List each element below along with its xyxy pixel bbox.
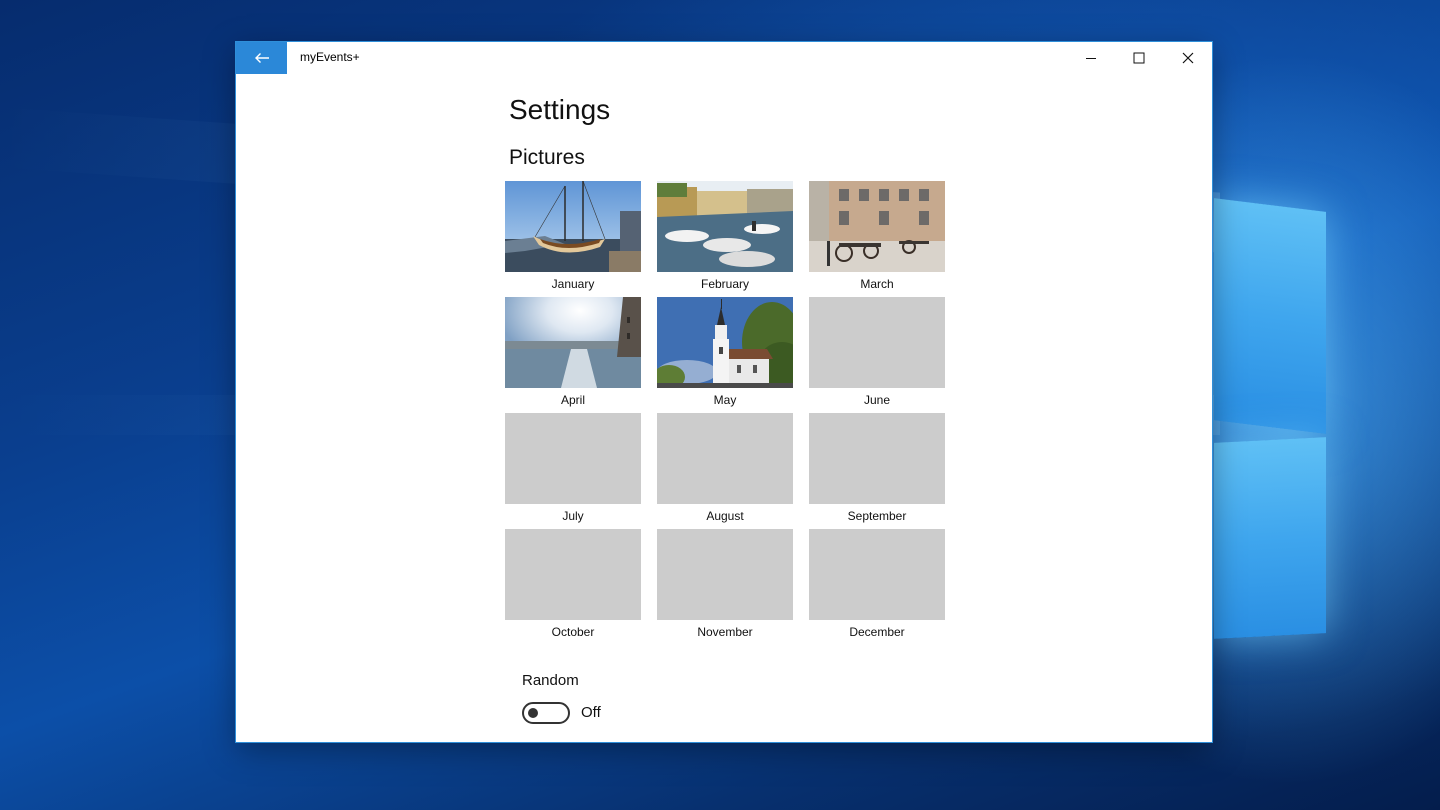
month-tile-july[interactable]: July [505, 413, 641, 529]
empty-picture-placeholder [809, 413, 945, 504]
month-label: September [847, 509, 907, 523]
month-label: April [560, 393, 585, 407]
month-label: January [551, 277, 595, 291]
close-button[interactable] [1164, 42, 1212, 74]
month-label: March [860, 277, 894, 291]
month-tile-november[interactable]: November [657, 529, 793, 645]
empty-picture-placeholder [505, 529, 641, 620]
month-tile-october[interactable]: October [505, 529, 641, 645]
title-bar: myEvents+ [236, 42, 1212, 74]
month-label: November [697, 625, 753, 639]
random-toggle-switch[interactable] [522, 702, 570, 724]
random-toggle-state: Off [581, 704, 601, 721]
app-title: myEvents+ [300, 50, 360, 64]
pictures-header: Pictures [509, 146, 585, 169]
arrow-left-icon [254, 53, 269, 63]
month-picture [657, 181, 793, 272]
waterfront-image [505, 297, 641, 388]
windows-logo-pane [1214, 198, 1326, 434]
month-label: October [551, 625, 595, 639]
empty-picture-placeholder [809, 297, 945, 388]
empty-picture-placeholder [657, 413, 793, 504]
church-image [657, 297, 793, 388]
back-button[interactable] [236, 42, 287, 74]
toggle-knob [528, 708, 538, 718]
month-label: June [863, 393, 891, 407]
ship-image [505, 181, 641, 272]
month-tile-april[interactable]: April [505, 297, 641, 413]
random-toggle-header: Random [522, 672, 579, 689]
month-tile-december[interactable]: December [809, 529, 945, 645]
month-tile-september[interactable]: September [809, 413, 945, 529]
page-title: Settings [509, 94, 611, 125]
maximize-icon [1133, 52, 1145, 64]
minimize-icon [1086, 58, 1096, 59]
month-label: February [700, 277, 750, 291]
maximize-button[interactable] [1115, 42, 1163, 74]
month-picture [505, 181, 641, 272]
minimize-button[interactable] [1067, 42, 1115, 74]
month-tile-january[interactable]: January [505, 181, 641, 297]
cannons-image [809, 181, 945, 272]
month-picture [809, 181, 945, 272]
month-tile-june[interactable]: June [809, 297, 945, 413]
month-label: July [562, 509, 584, 523]
windows-logo-pane [1214, 437, 1326, 639]
month-tile-february[interactable]: February [657, 181, 793, 297]
month-tile-march[interactable]: March [809, 181, 945, 297]
month-picture [505, 297, 641, 388]
app-window: myEvents+ Settings Pictures January Febr… [236, 42, 1212, 742]
empty-picture-placeholder [809, 529, 945, 620]
empty-picture-placeholder [505, 413, 641, 504]
month-label: August [706, 509, 744, 523]
boats-image [657, 181, 793, 272]
empty-picture-placeholder [657, 529, 793, 620]
month-tile-august[interactable]: August [657, 413, 793, 529]
month-label: December [849, 625, 905, 639]
month-label: May [713, 393, 737, 407]
month-tile-may[interactable]: May [657, 297, 793, 413]
month-picture [657, 297, 793, 388]
close-icon [1182, 52, 1194, 64]
